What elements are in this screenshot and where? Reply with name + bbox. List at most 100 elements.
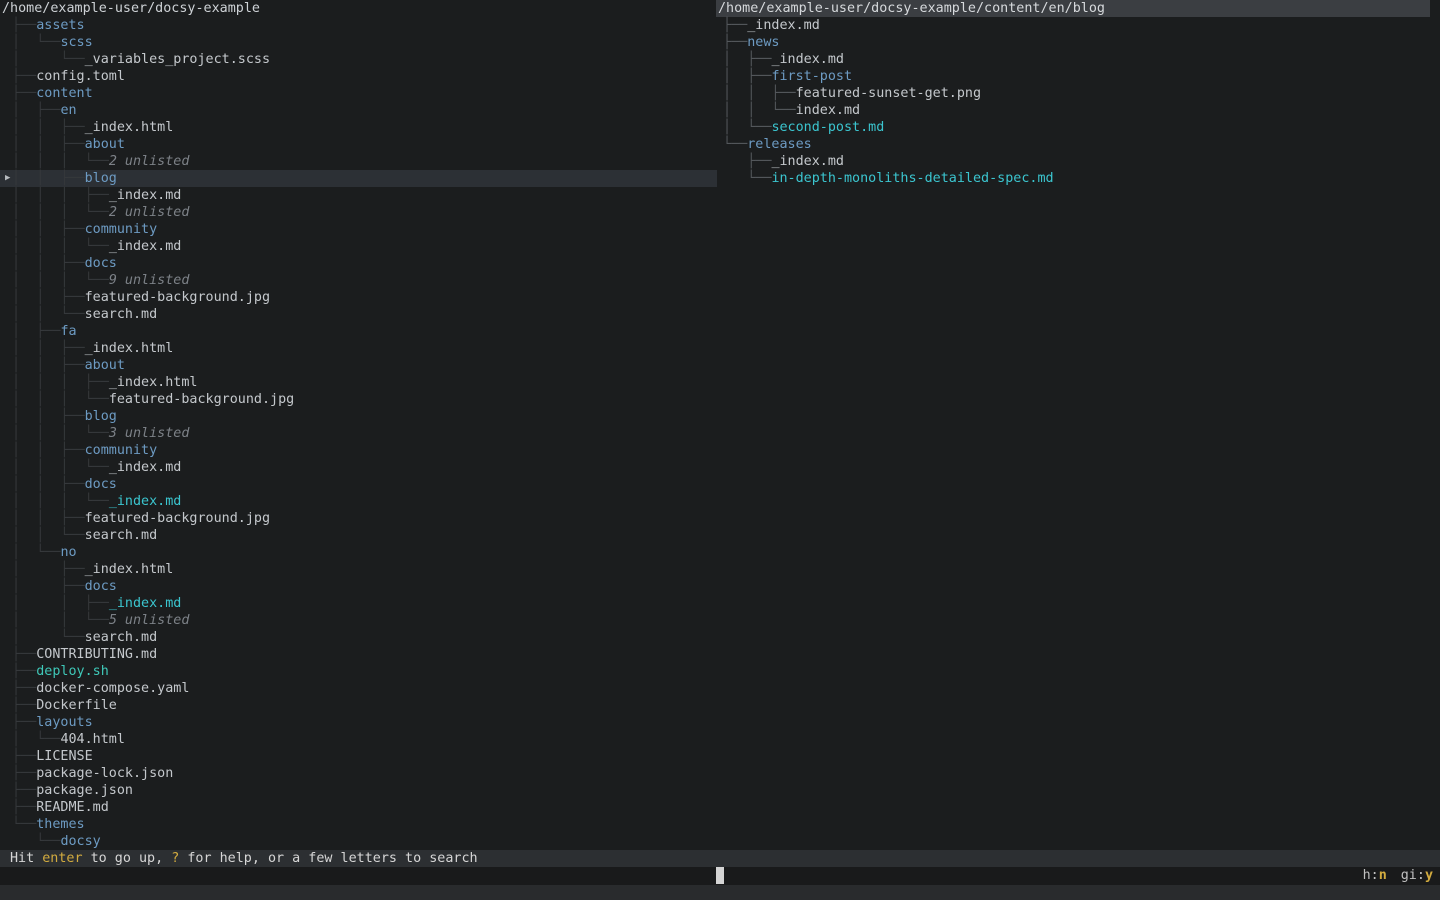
tree-row-file[interactable]: │ └──second-post.md <box>711 119 1440 136</box>
status-text: Hit <box>10 851 42 866</box>
tree-row-file[interactable]: ├──LICENSE <box>0 748 717 765</box>
tree-row-dir[interactable]: │ └──no <box>0 544 717 561</box>
tree-row-file[interactable]: ├──Dockerfile <box>0 697 717 714</box>
tree-row-file[interactable]: │ │ └──search.md <box>0 527 717 544</box>
tree-branch-lines: │ │ │ ├── <box>4 188 109 203</box>
tree-row-file[interactable]: ├──package.json <box>0 782 717 799</box>
tree-branch-lines: │ │ ├── <box>4 120 85 135</box>
entry-name: README.md <box>36 800 109 815</box>
tree-row-dir[interactable]: ├──layouts <box>0 714 717 731</box>
tree-row-dir[interactable]: │ │ ├──about <box>0 357 717 374</box>
tree-row-dir[interactable]: │ ├──docs <box>0 578 717 595</box>
tree-branch-lines: │ │ ├── <box>4 137 85 152</box>
tree-row-file[interactable]: │ │ ├──featured-background.jpg <box>0 510 717 527</box>
tree-row-dir[interactable]: │ │ ├──docs <box>0 255 717 272</box>
tree-row-dir[interactable]: │ │ ├──about <box>0 136 717 153</box>
tree-branch-lines: │ │ ├── <box>715 86 796 101</box>
tree-row-file[interactable]: │ │ ├──featured-background.jpg <box>0 289 717 306</box>
entry-name: _index.html <box>85 120 174 135</box>
tree-row-dir[interactable]: └──docsy <box>0 833 717 850</box>
tree-row-file[interactable]: │ ├──_index.html <box>0 561 717 578</box>
left-panel-root-path[interactable]: /home/example-user/docsy-example <box>0 0 717 17</box>
tree-row-file[interactable]: │ │ ├──_index.html <box>0 119 717 136</box>
tree-row-file[interactable]: │ ├──_index.md <box>711 51 1440 68</box>
tree-row-file[interactable]: │ │ ├──_index.md <box>0 595 717 612</box>
entry-name: featured-background.jpg <box>109 392 294 407</box>
tree-row-file[interactable]: │ │ │ └──_index.md <box>0 459 717 476</box>
entry-name: 9 unlisted <box>109 273 190 288</box>
tree-branch-lines: │ │ └── <box>4 307 85 322</box>
tree-branch-lines: │ │ ├── <box>4 511 85 526</box>
tree-row-file[interactable]: │ └──404.html <box>0 731 717 748</box>
tree-row-file[interactable]: ├──_index.md <box>711 153 1440 170</box>
entry-name: releases <box>747 137 812 152</box>
tree-row-file[interactable]: │ │ │ └──featured-background.jpg <box>0 391 717 408</box>
tree-row-file[interactable]: │ │ │ └──2 unlisted <box>0 204 717 221</box>
tree-branch-lines: │ │ ├── <box>4 443 85 458</box>
entry-name: _index.md <box>109 239 182 254</box>
tree-row-dir[interactable]: │ │ ├──blog <box>0 408 717 425</box>
tree-row-file[interactable]: │ └──search.md <box>0 629 717 646</box>
tree-row-file[interactable]: │ │ │ └──9 unlisted <box>0 272 717 289</box>
entry-name: featured-sunset-get.png <box>796 86 981 101</box>
tree-row-file[interactable]: │ └──_variables_project.scss <box>0 51 717 68</box>
entry-name: featured-background.jpg <box>85 511 270 526</box>
tree-row-dir[interactable]: │ │ ├──community <box>0 442 717 459</box>
tree-row-dir[interactable]: │ │ ├──docs <box>0 476 717 493</box>
tree-row-dir[interactable]: └──themes <box>0 816 717 833</box>
entry-name: community <box>85 222 158 237</box>
tree-row-file[interactable]: ├──README.md <box>0 799 717 816</box>
tree-row-file[interactable]: ├──CONTRIBUTING.md <box>0 646 717 663</box>
tree-row-dir[interactable]: └──releases <box>711 136 1440 153</box>
entry-name: no <box>60 545 76 560</box>
tree-row-file[interactable]: ├──config.toml <box>0 68 717 85</box>
tree-row-file[interactable]: │ │ │ └──_index.md <box>0 238 717 255</box>
tree-row-dir[interactable]: │ │ ├──community <box>0 221 717 238</box>
tree-row-dir[interactable]: ▶ │ │ ├──blog <box>0 170 717 187</box>
tree-row-file[interactable]: ├──package-lock.json <box>0 765 717 782</box>
tree-row-dir[interactable]: ├──news <box>711 34 1440 51</box>
tree-row-file[interactable]: │ │ └──index.md <box>711 102 1440 119</box>
tree-row-file[interactable]: │ │ └──search.md <box>0 306 717 323</box>
tree-row-file[interactable]: │ │ │ └──_index.md <box>0 493 717 510</box>
right-panel-root-path[interactable]: /home/example-user/docsy-example/content… <box>716 0 1430 17</box>
tree-branch-lines: │ │ ├── <box>4 171 85 186</box>
tree-row-file[interactable]: ├──_index.md <box>711 17 1440 34</box>
status-bar: Hit enter to go up, ? for help, or a few… <box>0 850 1440 867</box>
tree-branch-lines: │ └── <box>4 35 60 50</box>
entry-name: 5 unlisted <box>109 613 190 628</box>
tree-row-dir[interactable]: ├──content <box>0 85 717 102</box>
tree-row-dir[interactable]: │ ├──en <box>0 102 717 119</box>
tree-row-dir[interactable]: │ └──scss <box>0 34 717 51</box>
tree-branch-lines: ├── <box>4 766 36 781</box>
tree-branch-lines: │ └── <box>4 545 60 560</box>
tree-row-file[interactable]: │ │ ├──_index.html <box>0 340 717 357</box>
tree-branch-lines: │ │ │ └── <box>4 426 109 441</box>
entry-name: Dockerfile <box>36 698 117 713</box>
tree-branch-lines: │ └── <box>4 52 85 67</box>
entry-name: first-post <box>771 69 852 84</box>
tree-branch-lines: │ │ │ └── <box>4 154 109 169</box>
tree-branch-lines: └── <box>4 834 60 849</box>
tree-branch-lines: │ │ └── <box>4 613 109 628</box>
tree-row-file[interactable]: │ │ │ ├──_index.html <box>0 374 717 391</box>
tree-row-file[interactable]: │ │ ├──featured-sunset-get.png <box>711 85 1440 102</box>
tree-row-dir[interactable]: ├──assets <box>0 17 717 34</box>
tree-row-file[interactable]: │ │ │ ├──_index.md <box>0 187 717 204</box>
tree-row-file[interactable]: ├──deploy.sh <box>0 663 717 680</box>
tree-row-file[interactable]: │ │ └──5 unlisted <box>0 612 717 629</box>
tree-row-file[interactable]: └──in-depth-monoliths-detailed-spec.md <box>711 170 1440 187</box>
flag-h: h:n <box>1363 868 1387 883</box>
tree-row-file[interactable]: ├──docker-compose.yaml <box>0 680 717 697</box>
command-input-line[interactable]: :e h:ngi:y <box>0 867 1440 885</box>
tree-row-dir[interactable]: │ ├──fa <box>0 323 717 340</box>
tree-branch-lines: ├── <box>4 664 36 679</box>
tree-branch-lines: │ └── <box>715 120 771 135</box>
flag-value: n <box>1379 868 1387 883</box>
tree-row-dir[interactable]: │ ├──first-post <box>711 68 1440 85</box>
tree-row-file[interactable]: │ │ │ └──2 unlisted <box>0 153 717 170</box>
tree-branch-lines: │ │ └── <box>4 528 85 543</box>
tree-row-file[interactable]: │ │ │ └──3 unlisted <box>0 425 717 442</box>
tree-branch-lines: ├── <box>4 86 36 101</box>
tree-branch-lines: │ │ │ └── <box>4 392 109 407</box>
